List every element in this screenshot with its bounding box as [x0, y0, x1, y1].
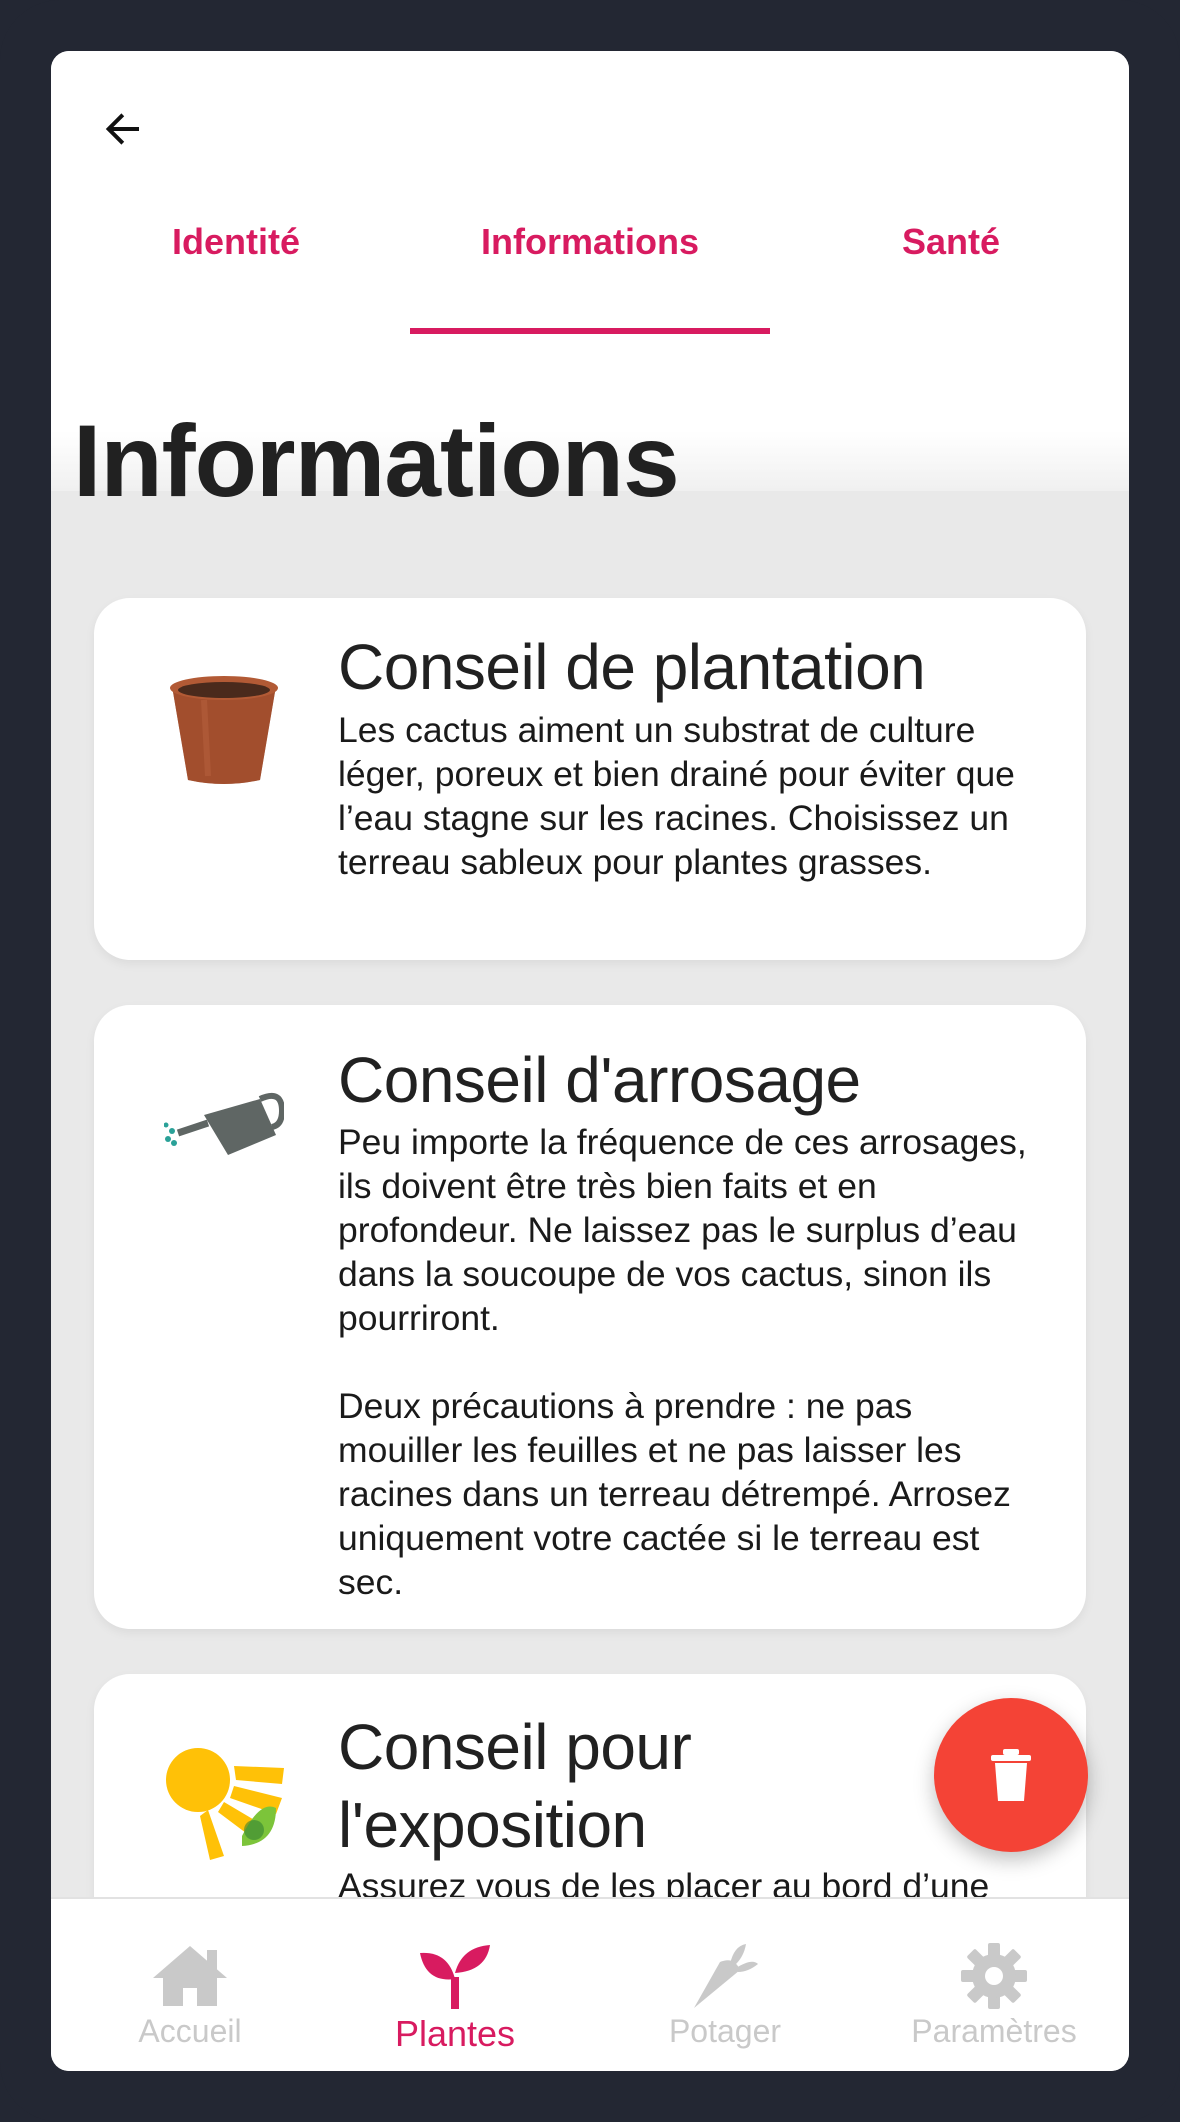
- watering-can-icon: [163, 1085, 286, 1205]
- nav-label: Paramètres: [911, 2013, 1077, 2049]
- device-frame: Identité Informations Santé Informations: [0, 0, 1180, 2122]
- tab-sante[interactable]: Santé: [771, 147, 1129, 262]
- arrow-left-icon: [105, 113, 139, 145]
- nav-label: Plantes: [394, 2013, 516, 2054]
- bottom-navigation: Accueil Plantes Potager Paramètres: [51, 1897, 1129, 2071]
- nav-item-plantes[interactable]: Plantes: [320, 1899, 590, 2071]
- tab-identite-label: Identité: [171, 221, 300, 262]
- tab-identite[interactable]: Identité: [86, 147, 386, 262]
- watering-advice-card: Conseil d'arrosage Peu importe la fréque…: [94, 1005, 1086, 1629]
- tab-bar: Identité Informations Santé: [51, 221, 1129, 331]
- sun-plant-icon: [164, 1746, 284, 1866]
- nav-item-parametres[interactable]: Paramètres: [859, 1899, 1129, 2071]
- trash-icon: [991, 1749, 1031, 1801]
- nav-label: Accueil: [138, 2013, 242, 2049]
- flower-pot-icon: [164, 666, 284, 786]
- app-screen: Identité Informations Santé Informations: [51, 51, 1129, 2071]
- page-title: Informations: [73, 404, 680, 518]
- sprout-icon: [415, 1941, 495, 2011]
- app-header: Identité Informations Santé Informations: [51, 51, 1129, 516]
- active-tab-indicator: [410, 328, 770, 334]
- info-card-list[interactable]: Conseil de plantation Les cactus aiment …: [51, 491, 1129, 1901]
- planting-advice-card: Conseil de plantation Les cactus aiment …: [94, 598, 1086, 960]
- tab-informations[interactable]: Informations: [410, 147, 770, 262]
- carrot-icon: [685, 1941, 765, 2011]
- card-text: Peu importe la fréquence de ces arrosage…: [338, 1122, 1027, 1602]
- gear-icon: [954, 1941, 1034, 2011]
- card-title: Conseil pour l'exposition: [338, 1711, 692, 1861]
- card-title: Conseil d'arrosage: [338, 1044, 861, 1116]
- card-text: Les cactus aiment un substrat de culture…: [338, 710, 1015, 882]
- nav-item-potager[interactable]: Potager: [590, 1899, 860, 2071]
- delete-plant-button[interactable]: [934, 1698, 1088, 1852]
- home-icon: [150, 1941, 230, 2011]
- nav-item-accueil[interactable]: Accueil: [55, 1899, 325, 2071]
- tab-informations-label: Informations: [480, 221, 699, 262]
- card-title: Conseil de plantation: [338, 631, 926, 703]
- tab-sante-label: Santé: [901, 221, 1001, 262]
- card-text: Assurez vous de les placer au bord d’une…: [338, 1866, 990, 1901]
- nav-label: Potager: [668, 2013, 782, 2049]
